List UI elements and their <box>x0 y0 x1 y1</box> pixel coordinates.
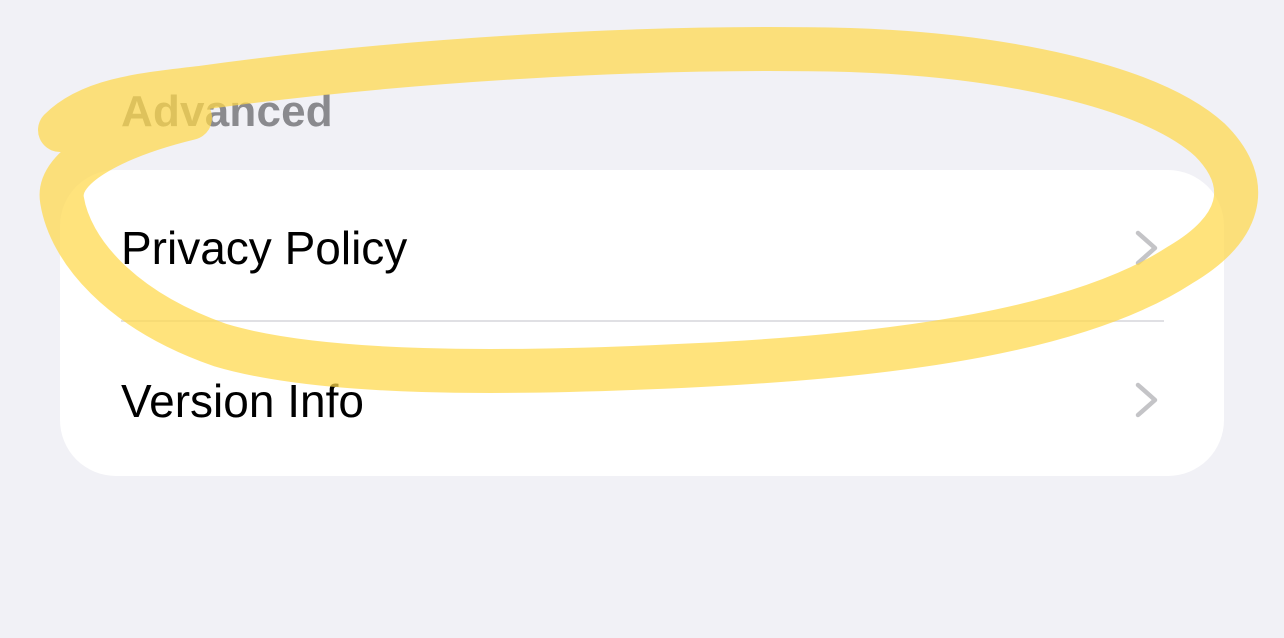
section-header-advanced: Advanced <box>121 87 333 136</box>
settings-page: Advanced Privacy Policy Version Info <box>0 0 1284 638</box>
row-label-version-info: Version Info <box>121 375 364 427</box>
chevron-right-icon <box>1135 382 1158 418</box>
chevron-right-icon <box>1135 230 1158 266</box>
row-privacy-policy[interactable]: Privacy Policy <box>60 170 1224 322</box>
row-label-privacy-policy: Privacy Policy <box>121 222 408 274</box>
row-version-info[interactable]: Version Info <box>60 322 1224 476</box>
settings-group-card: Privacy Policy Version Info <box>60 170 1224 476</box>
